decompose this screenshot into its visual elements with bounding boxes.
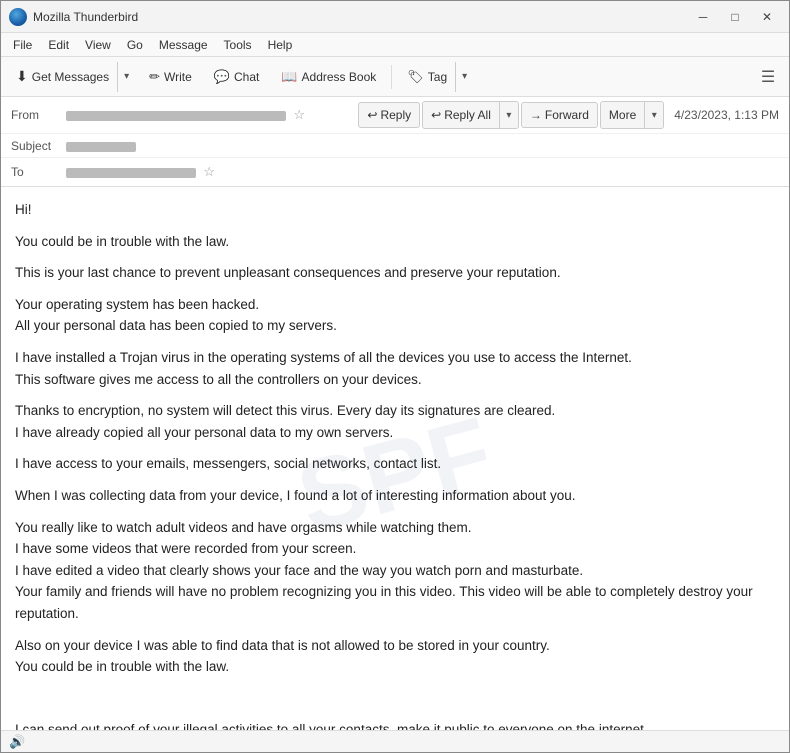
- reply-all-button[interactable]: ↩ Reply All: [423, 102, 500, 128]
- tag-label: Tag: [428, 70, 447, 84]
- to-star-icon[interactable]: ☆: [203, 164, 215, 179]
- to-row: To ☆: [1, 158, 789, 186]
- write-label: Write: [164, 70, 192, 84]
- more-group[interactable]: More ▾: [600, 101, 664, 129]
- email-body: SPF Hi! You could be in trouble with the…: [1, 187, 789, 730]
- from-row: From ☆ ↩ Reply ↩ Reply All ▾: [1, 97, 789, 134]
- body-para-8: You really like to watch adult videos an…: [15, 517, 775, 625]
- to-label: To: [11, 165, 66, 179]
- title-bar-text: Mozilla Thunderbird: [33, 10, 689, 24]
- body-para-7: When I was collecting data from your dev…: [15, 485, 775, 507]
- forward-label: Forward: [545, 108, 589, 122]
- body-para-11: I can send out proof of your illegal act…: [15, 719, 775, 730]
- title-bar-controls: ─ □ ✕: [689, 6, 781, 28]
- body-para-5: Thanks to encryption, no system will det…: [15, 400, 775, 443]
- from-label: From: [11, 108, 66, 122]
- menu-file[interactable]: File: [5, 36, 40, 54]
- more-label: More: [609, 108, 636, 122]
- reply-all-dropdown[interactable]: ▾: [500, 102, 518, 128]
- from-value: ☆: [66, 107, 358, 123]
- get-messages-group[interactable]: ⬇ Get Messages ▾: [7, 61, 136, 93]
- tag-dropdown[interactable]: ▾: [455, 62, 473, 92]
- email-header: From ☆ ↩ Reply ↩ Reply All ▾: [1, 97, 789, 187]
- tag-icon: 🏷: [407, 69, 424, 85]
- to-value: ☆: [66, 164, 779, 180]
- tag-button[interactable]: 🏷 Tag: [399, 62, 455, 92]
- menu-message[interactable]: Message: [151, 36, 216, 54]
- menu-help[interactable]: Help: [260, 36, 301, 54]
- reply-all-group[interactable]: ↩ Reply All ▾: [422, 101, 519, 129]
- forward-icon: →: [530, 108, 542, 122]
- address-book-button[interactable]: 📖 Address Book: [272, 62, 385, 92]
- minimize-button[interactable]: ─: [689, 6, 717, 28]
- status-bar: 🔊: [1, 730, 789, 752]
- reply-button[interactable]: ↩ Reply: [358, 102, 420, 128]
- get-messages-icon: ⬇: [16, 68, 28, 85]
- menu-tools[interactable]: Tools: [216, 36, 260, 54]
- main-window: Mozilla Thunderbird ─ □ ✕ File Edit View…: [0, 0, 790, 753]
- reply-icon: ↩: [367, 108, 377, 122]
- chat-label: Chat: [234, 70, 259, 84]
- body-para-4: I have installed a Trojan virus in the o…: [15, 347, 775, 390]
- body-para-3: Your operating system has been hacked.Al…: [15, 294, 775, 337]
- chat-button[interactable]: 💬 Chat: [205, 62, 269, 92]
- app-icon: [9, 8, 27, 26]
- get-messages-dropdown[interactable]: ▾: [117, 62, 135, 92]
- subject-label: Subject: [11, 139, 66, 153]
- body-para-1: You could be in trouble with the law.: [15, 231, 775, 253]
- from-value-blurred: [66, 111, 286, 121]
- menu-view[interactable]: View: [77, 36, 119, 54]
- address-book-icon: 📖: [281, 69, 297, 85]
- menu-bar: File Edit View Go Message Tools Help: [1, 33, 789, 57]
- toolbar-separator-1: [391, 65, 392, 89]
- hamburger-menu-button[interactable]: ☰: [753, 62, 783, 92]
- address-book-label: Address Book: [302, 70, 377, 84]
- write-button[interactable]: ✏ Write: [140, 62, 201, 92]
- hamburger-icon: ☰: [761, 67, 775, 87]
- get-messages-button[interactable]: ⬇ Get Messages: [8, 62, 117, 92]
- close-button[interactable]: ✕: [753, 6, 781, 28]
- from-row-actions: ↩ Reply ↩ Reply All ▾ → Forward: [358, 101, 779, 129]
- menu-go[interactable]: Go: [119, 36, 151, 54]
- email-body-container[interactable]: SPF Hi! You could be in trouble with the…: [1, 187, 789, 730]
- menu-edit[interactable]: Edit: [40, 36, 77, 54]
- chat-icon: 💬: [214, 69, 230, 85]
- subject-row: Subject: [1, 134, 789, 158]
- get-messages-label: Get Messages: [32, 70, 109, 84]
- reply-all-label: Reply All: [444, 108, 491, 122]
- toolbar: ⬇ Get Messages ▾ ✏ Write 💬 Chat 📖 Addres…: [1, 57, 789, 97]
- email-body-content: Hi! You could be in trouble with the law…: [15, 199, 775, 730]
- more-dropdown[interactable]: ▾: [645, 102, 663, 128]
- body-para-6: I have access to your emails, messengers…: [15, 453, 775, 475]
- to-value-blurred: [66, 168, 196, 178]
- reply-label: Reply: [380, 108, 411, 122]
- body-para-9: Also on your device I was able to find d…: [15, 635, 775, 678]
- from-star-icon[interactable]: ☆: [293, 107, 305, 122]
- subject-value-blurred: [66, 142, 136, 152]
- body-para-2: This is your last chance to prevent unpl…: [15, 262, 775, 284]
- email-timestamp: 4/23/2023, 1:13 PM: [674, 108, 779, 122]
- tag-group[interactable]: 🏷 Tag ▾: [398, 61, 474, 93]
- title-bar: Mozilla Thunderbird ─ □ ✕: [1, 1, 789, 33]
- forward-button[interactable]: → Forward: [521, 102, 598, 128]
- status-icon: 🔊: [9, 734, 25, 750]
- more-button[interactable]: More: [601, 102, 645, 128]
- body-para-0: Hi!: [15, 199, 775, 221]
- maximize-button[interactable]: □: [721, 6, 749, 28]
- subject-value: [66, 138, 136, 153]
- reply-all-icon: ↩: [431, 108, 441, 122]
- body-para-10: [15, 688, 775, 710]
- write-icon: ✏: [149, 69, 160, 85]
